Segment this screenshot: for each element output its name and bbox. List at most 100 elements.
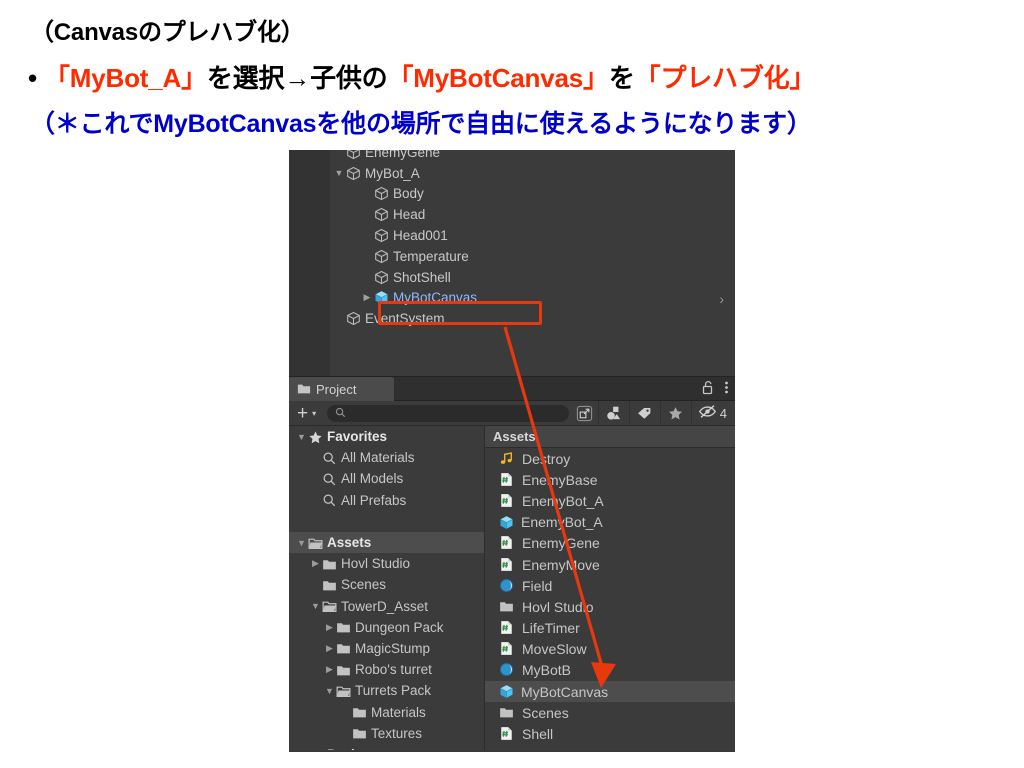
asset-row-label: EnemyBot_A xyxy=(522,492,604,509)
row-expand-chevron-icon[interactable]: › xyxy=(719,291,724,307)
tree-row-label: Assets xyxy=(327,535,372,551)
asset-row[interactable]: Destroy xyxy=(485,448,735,469)
open-in-new-window-icon[interactable] xyxy=(571,401,598,426)
hidden-assets-count: 4 xyxy=(719,405,727,421)
cs-script-icon xyxy=(499,472,515,488)
tree-row-label: All Prefabs xyxy=(341,492,407,508)
tree-row-label: Hovl Studio xyxy=(341,556,411,572)
chevron-right-icon[interactable]: ▶ xyxy=(360,292,374,303)
project-folder-tree[interactable]: ▼ Favorites ▶ All Materials ▶ All Models ▶ All … xyxy=(289,426,485,750)
asset-row[interactable]: Field xyxy=(485,575,735,596)
asset-row-label: MyBotB xyxy=(522,662,572,679)
material-icon xyxy=(499,578,515,594)
tree-row[interactable]: ▶ Textures xyxy=(289,723,484,744)
chevron-down-icon[interactable]: ▼ xyxy=(295,538,308,548)
tree-row[interactable]: ▼ Favorites xyxy=(289,426,484,447)
chevron-right-icon[interactable]: ▶ xyxy=(323,664,336,675)
project-asset-list[interactable]: Assets Destroy EnemyBase EnemyBot_A EnemyBo… xyxy=(485,426,735,750)
hierarchy-row[interactable]: ▶ EnemyGene xyxy=(330,150,735,163)
unlocked-padlock-icon[interactable] xyxy=(702,380,715,398)
tree-row[interactable]: ▶ Hovl Studio xyxy=(289,553,484,574)
asset-row-label: EnemyGene xyxy=(522,535,600,552)
tree-arrow-placeholder: ▶ xyxy=(332,313,346,324)
hierarchy-row[interactable]: ▶ Temperature xyxy=(330,246,735,267)
hierarchy-row[interactable]: ▶ Head xyxy=(330,204,735,225)
unity-editor-window: ▶ EnemyGene ▼ MyBot_A ▶ Body ▶ Head ▶ Head001 ▶ Tem… xyxy=(289,150,735,752)
hierarchy-row-label: Temperature xyxy=(393,248,469,264)
asset-row-label: Destroy xyxy=(522,450,571,467)
asset-row[interactable]: EnemyBase xyxy=(485,469,735,490)
folder-icon xyxy=(336,641,350,655)
hierarchy-row[interactable]: ▶ ShotShell xyxy=(330,267,735,288)
tree-row[interactable]: ▼ TowerD_Asset xyxy=(289,596,484,617)
gameobject-cube-icon xyxy=(346,311,361,326)
hierarchy-row[interactable]: ▼ MyBot_A xyxy=(330,163,735,184)
chevron-down-icon[interactable]: ▼ xyxy=(309,601,322,611)
chevron-down-icon[interactable]: ▼ xyxy=(295,432,308,442)
tree-row[interactable]: ▶ Packages xyxy=(289,744,484,750)
project-toolbar: + ▾ 4 xyxy=(289,400,735,426)
slide-line-1: （Canvasのプレハブ化） xyxy=(30,19,305,46)
hierarchy-row[interactable]: ▶ Body xyxy=(330,184,735,205)
hidden-assets-toggle[interactable]: 4 xyxy=(690,400,735,426)
tree-row[interactable]: ▼ Assets xyxy=(289,531,484,554)
chevron-down-icon[interactable]: ▼ xyxy=(332,168,346,178)
asset-row[interactable]: EnemyBot_A xyxy=(485,512,735,533)
chevron-right-icon[interactable]: ▶ xyxy=(323,622,336,633)
asset-row-label: Field xyxy=(522,577,553,594)
tree-row[interactable]: ▶ All Models xyxy=(289,468,484,489)
filter-by-type-icon[interactable] xyxy=(597,400,629,426)
star-icon xyxy=(308,430,322,444)
tree-row[interactable]: ▶ Scenes xyxy=(289,574,484,595)
search-input[interactable] xyxy=(327,404,569,422)
tab-project[interactable]: Project xyxy=(289,377,394,401)
asset-row[interactable]: LifeTimer xyxy=(485,618,735,639)
slide-line-2: • 「MyBot_A」を選択→子供の「MyBotCanvas」を「プレハブ化」 xyxy=(28,58,815,95)
create-asset-button[interactable]: + ▾ xyxy=(289,404,323,423)
tree-row[interactable]: ▶ All Materials xyxy=(289,447,484,468)
tree-spacer: ▶ xyxy=(289,511,484,532)
tree-row[interactable]: ▶ Materials xyxy=(289,701,484,722)
folder-icon xyxy=(336,620,350,634)
asset-row[interactable]: Shell xyxy=(485,723,735,744)
breadcrumb[interactable]: Assets xyxy=(485,426,735,448)
chevron-right-icon[interactable]: ▶ xyxy=(323,643,336,654)
cs-script-icon xyxy=(499,557,515,573)
asset-row-label: MyBotCanvas xyxy=(521,683,609,700)
asset-row-label: EnemyMove xyxy=(522,556,600,573)
filter-favorites-star-icon[interactable] xyxy=(659,400,691,426)
asset-row-label: LifeTimer xyxy=(522,620,580,637)
chevron-right-icon[interactable]: ▶ xyxy=(295,749,308,750)
tree-row[interactable]: ▶ MagicStump xyxy=(289,638,484,659)
asset-row[interactable]: MoveSlow xyxy=(485,639,735,660)
tree-arrow-placeholder: ▶ xyxy=(309,452,322,463)
asset-row[interactable]: Hovl Studio xyxy=(485,596,735,617)
tree-arrow-placeholder: ▶ xyxy=(360,230,374,241)
asset-row[interactable]: Scenes xyxy=(485,702,735,723)
hierarchy-row-label: Head xyxy=(393,207,426,223)
tree-row[interactable]: ▼ Turrets Pack xyxy=(289,680,484,701)
kebab-menu-icon[interactable] xyxy=(724,380,729,398)
chevron-right-icon[interactable]: ▶ xyxy=(309,558,322,569)
filter-by-label-icon[interactable] xyxy=(628,400,660,426)
tree-arrow-placeholder: ▶ xyxy=(339,728,352,739)
asset-row-label: Scenes xyxy=(522,704,569,721)
chevron-down-icon[interactable]: ▼ xyxy=(323,686,336,696)
tree-row-label: Textures xyxy=(371,725,423,741)
asset-row[interactable]: MyBotB xyxy=(485,660,735,681)
asset-row[interactable]: EnemyBot_A xyxy=(485,490,735,511)
tree-row[interactable]: ▶ Dungeon Pack xyxy=(289,617,484,638)
asset-row[interactable]: MyBotCanvas xyxy=(485,681,735,703)
asset-row[interactable]: EnemyGene xyxy=(485,533,735,554)
tree-row[interactable]: ▶ Robo's turret xyxy=(289,659,484,680)
asset-row[interactable]: EnemyMove xyxy=(485,554,735,575)
tree-row-label: Favorites xyxy=(327,429,388,445)
tree-arrow-placeholder: ▶ xyxy=(339,707,352,718)
project-tabbar: Project xyxy=(289,377,735,401)
tree-row[interactable]: ▶ All Prefabs xyxy=(289,490,484,511)
hierarchy-row[interactable]: ▶ Head001 xyxy=(330,225,735,246)
hierarchy-row-label: Body xyxy=(393,186,424,202)
slide-line-2-seg5: 「プレハブ化」 xyxy=(634,63,816,93)
asset-row-label: Shell xyxy=(522,726,554,743)
hierarchy-row-label: EnemyGene xyxy=(365,150,441,160)
